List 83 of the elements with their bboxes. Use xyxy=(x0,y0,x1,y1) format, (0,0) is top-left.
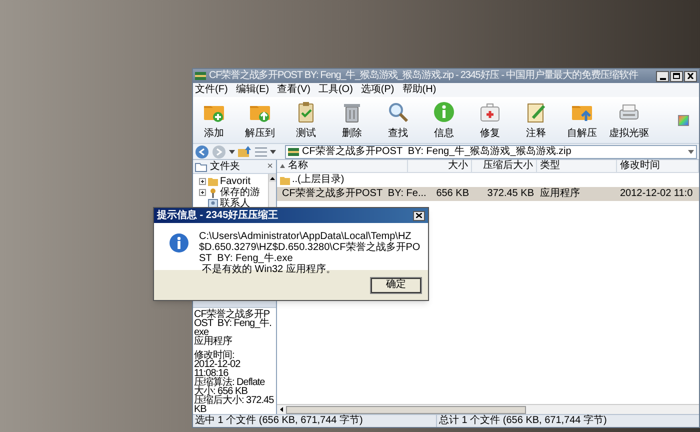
folder-icon xyxy=(208,177,218,186)
minimize-icon xyxy=(660,78,666,80)
dropdown-icon[interactable] xyxy=(229,150,235,154)
table-cell: 372.45 KB xyxy=(487,188,534,200)
address-text: CF荣誉之战多开POST BY: Feng_牛_猴岛游戏_猴岛游戏.zip xyxy=(302,146,572,158)
detail-text: 2012-12-02 xyxy=(194,360,242,369)
detail-text: 压缩后大小: 372.45 KB xyxy=(194,396,275,414)
toolbar-button[interactable]: 测试 xyxy=(287,101,325,141)
dropdown-icon[interactable] xyxy=(688,150,694,154)
pin-icon xyxy=(208,188,218,198)
toolbar-button[interactable]: 查找 xyxy=(379,101,417,141)
detail-text: 大小: 656 KB xyxy=(194,387,248,396)
close-panel-button[interactable]: × xyxy=(266,162,274,172)
toolbar-button[interactable]: 虚拟光驱 xyxy=(609,101,649,141)
tree-item[interactable]: Favorit xyxy=(220,176,251,187)
message-text: C:\Users\Administrator\AppData\Local\Temp\HZ$D.650.3279\HZ$D.650.3280\CF荣誉之战多开POST BY: Feng_牛.exe xyxy=(199,231,422,264)
column-header[interactable]: 大小 xyxy=(408,160,472,172)
toolbar-button[interactable]: 添加 xyxy=(195,101,233,141)
folder-icon xyxy=(280,176,290,184)
close-icon xyxy=(687,73,694,79)
detail-text: 压缩算法: Deflate xyxy=(194,378,266,387)
horizontal-scrollbar[interactable] xyxy=(277,404,699,414)
minimize-button[interactable] xyxy=(656,70,669,82)
magnifier-icon xyxy=(387,101,409,123)
scroll-left-icon[interactable] xyxy=(280,407,283,412)
file-row[interactable]: CF荣誉之战多开POST BY: Fe... 656 KB 372.45 KB 应用程序 2012-12-02 11:0 xyxy=(277,187,699,201)
contacts-icon xyxy=(208,199,218,208)
address-field[interactable]: CF荣誉之战多开POST BY: Feng_牛_猴岛游戏_猴岛游戏.zip xyxy=(285,144,697,158)
column-header[interactable]: 名称 xyxy=(277,160,408,172)
column-header[interactable]: 修改时间 xyxy=(617,160,699,172)
trash-icon xyxy=(341,101,363,123)
status-text: 总计 1 个文件 (656 KB, 671,744 字节) xyxy=(438,415,608,427)
archive-icon xyxy=(195,71,206,81)
ok-button[interactable]: 确定 xyxy=(371,278,421,292)
archive-icon xyxy=(288,146,299,156)
file-name: CF荣誉之战多开POST BY: Feng_牛.exe xyxy=(194,310,272,337)
column-header[interactable]: 类型 xyxy=(537,160,617,172)
table-cell: ..(上层目录) xyxy=(292,174,344,186)
expand-icon[interactable] xyxy=(199,178,206,185)
toolbar-button[interactable]: 删除 xyxy=(333,101,371,141)
maximize-button[interactable] xyxy=(670,70,683,82)
menu-item[interactable]: 选项(P) xyxy=(360,84,394,96)
close-button[interactable] xyxy=(413,210,425,220)
tree-item[interactable]: 保存的游 xyxy=(220,187,260,198)
column-header[interactable]: 压缩后大小 xyxy=(472,160,537,172)
detail-text: 11:08:16 xyxy=(194,369,228,378)
menu-item[interactable]: 帮助(H) xyxy=(402,84,436,96)
scroll-up-icon[interactable] xyxy=(270,176,275,180)
maximize-icon xyxy=(673,73,680,79)
close-button[interactable] xyxy=(684,70,697,82)
menu-item[interactable]: 工具(O) xyxy=(318,84,353,96)
info-icon xyxy=(433,101,455,123)
menu-item[interactable]: 查看(V) xyxy=(277,84,310,96)
notepad-pencil-icon xyxy=(525,101,547,123)
info-icon xyxy=(169,233,189,253)
panel-title: 文件夹 xyxy=(210,160,241,172)
message-text: 不是有效的 Win32 应用程序。 xyxy=(201,264,337,275)
scrollbar-thumb[interactable] xyxy=(286,406,526,414)
status-text: 选中 1 个文件 (656 KB, 671,744 字节) xyxy=(193,415,437,427)
first-aid-kit-icon xyxy=(479,101,501,123)
toolbar-button[interactable]: 自解压 xyxy=(563,101,601,141)
dialog-title: 提示信息 - 2345好压压缩王 xyxy=(157,210,280,222)
menu-item[interactable]: 编辑(E) xyxy=(236,84,270,96)
sort-icon xyxy=(280,164,285,168)
toolbar-button[interactable]: 修复 xyxy=(471,101,509,141)
table-cell: 656 KB xyxy=(436,188,469,200)
close-icon xyxy=(416,213,422,218)
file-type: 应用程序 xyxy=(194,337,233,346)
table-cell: 2012-12-02 11:0 xyxy=(620,188,693,200)
expand-icon[interactable] xyxy=(199,189,206,196)
toolbar-button[interactable]: 注释 xyxy=(517,101,555,141)
menu-item[interactable]: 文件(F) xyxy=(195,84,228,96)
dropdown-icon[interactable] xyxy=(270,150,276,154)
detail-text: 修改时间: xyxy=(194,351,234,360)
folder-up-icon[interactable] xyxy=(238,146,252,158)
table-cell: CF荣誉之战多开POST BY: Fe... xyxy=(282,188,426,200)
tree-item[interactable]: 联系人 xyxy=(220,198,250,209)
back-icon[interactable] xyxy=(195,144,209,158)
toolbar-button[interactable]: 解压到 xyxy=(241,101,279,141)
toolbar-button[interactable]: 信息 xyxy=(425,101,463,141)
table-cell: 应用程序 xyxy=(540,188,580,200)
window-title: CF荣誉之战多开POST BY: Feng_牛_猴岛游戏_猴岛游戏.zip - 2345好压 - 中国用户量最大的免费压缩软件 xyxy=(209,70,638,82)
folder-icon xyxy=(195,162,207,172)
